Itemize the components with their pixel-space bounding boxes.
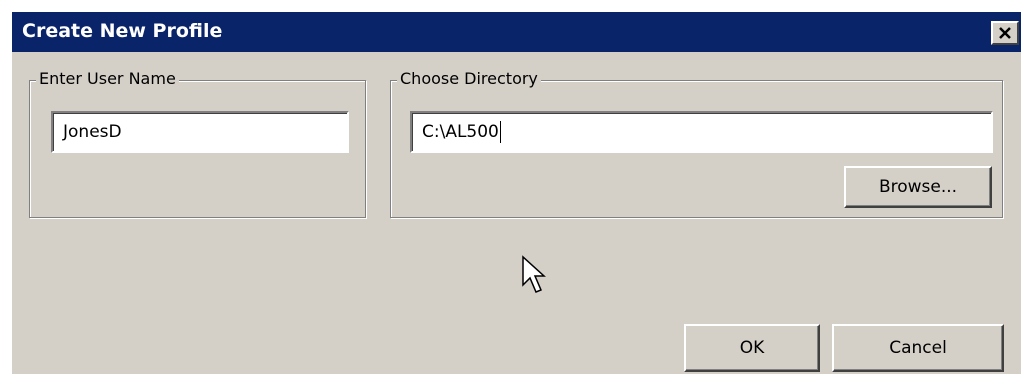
browse-button[interactable]: Browse... — [844, 166, 992, 208]
create-profile-dialog: Create New Profile Enter User Name Jones… — [10, 10, 1021, 374]
directory-input[interactable]: C:\AL500 — [410, 111, 993, 153]
directory-legend: Choose Directory — [397, 69, 541, 88]
ok-button[interactable]: OK — [684, 324, 820, 372]
close-icon — [999, 27, 1011, 39]
dialog-title: Create New Profile — [22, 20, 223, 42]
cancel-button[interactable]: Cancel — [832, 324, 1004, 372]
title-bar[interactable]: Create New Profile — [12, 12, 1021, 52]
text-caret — [499, 121, 501, 143]
cancel-label: Cancel — [889, 338, 947, 358]
ok-label: OK — [739, 338, 765, 358]
user-name-input[interactable]: JonesD — [51, 111, 349, 153]
browse-label: Browse... — [878, 177, 958, 197]
directory-group: Choose Directory C:\AL500 Browse... — [390, 69, 1003, 218]
mouse-pointer-icon — [522, 255, 546, 293]
user-name-value: JonesD — [63, 122, 122, 142]
user-name-legend: Enter User Name — [36, 69, 179, 88]
user-name-group: Enter User Name JonesD — [29, 69, 366, 218]
close-button[interactable] — [991, 21, 1019, 45]
directory-value: C:\AL500 — [422, 122, 499, 142]
